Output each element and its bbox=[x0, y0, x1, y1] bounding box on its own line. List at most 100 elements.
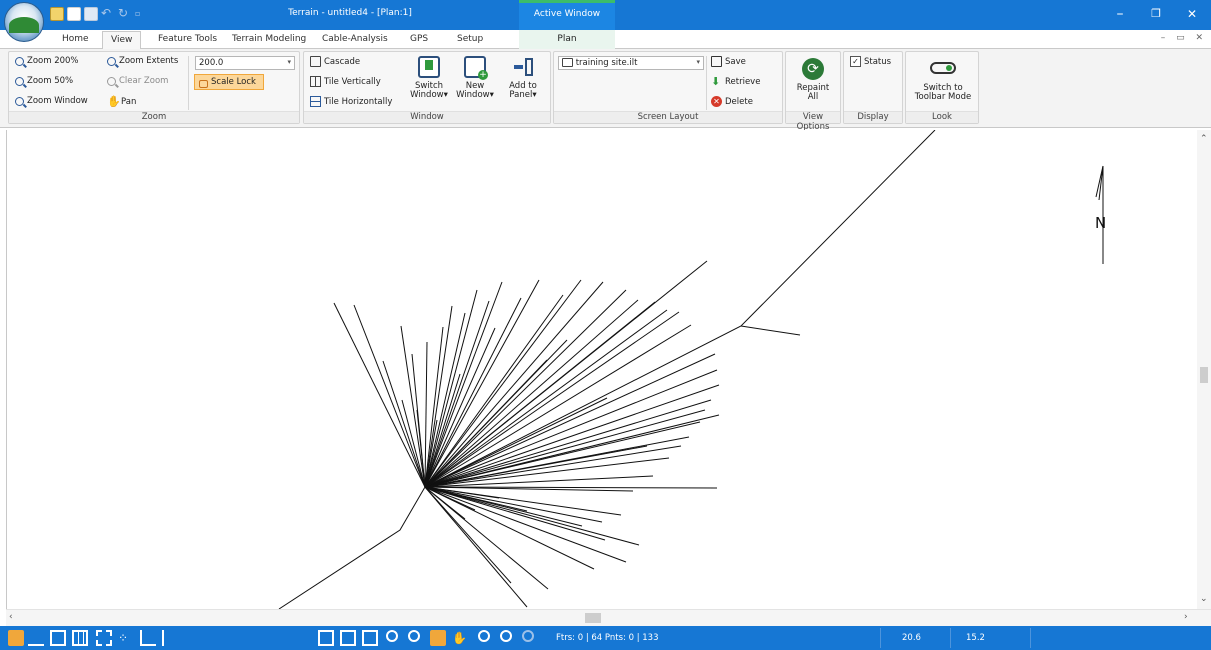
zoom-window-label: Zoom Window bbox=[27, 96, 88, 106]
tile-vertically-button[interactable]: Tile Vertically bbox=[310, 76, 381, 87]
screen-layout-group-label: Screen Layout bbox=[554, 111, 782, 123]
tab-feature-tools[interactable]: Feature Tools bbox=[158, 34, 217, 44]
restore-button[interactable]: ❐ bbox=[1146, 7, 1166, 23]
checkbox-checked-icon: ✓ bbox=[850, 56, 861, 67]
tile-horizontally-button[interactable]: Tile Horizontally bbox=[310, 96, 392, 107]
layout-file-combo[interactable]: training site.ilt ▾ bbox=[558, 56, 704, 70]
minimize-button[interactable]: – bbox=[1110, 7, 1130, 23]
delete-layout-label: Delete bbox=[725, 96, 753, 107]
tab-gps[interactable]: GPS bbox=[410, 34, 428, 44]
layers-tool-icon[interactable] bbox=[162, 630, 178, 646]
delete-x-icon: ✕ bbox=[711, 96, 722, 107]
add-to-panel-label-2: Panel bbox=[509, 90, 533, 100]
delete-layout-button[interactable]: ✕ Delete bbox=[711, 96, 753, 107]
application-menu-button[interactable] bbox=[4, 2, 44, 42]
status-divider bbox=[1030, 628, 1031, 648]
tile-vertically-icon bbox=[310, 76, 321, 87]
zoom-out-status-icon[interactable] bbox=[500, 630, 512, 642]
tab-cable-analysis[interactable]: Cable-Analysis bbox=[322, 34, 388, 44]
monitor-icon bbox=[562, 58, 573, 67]
zoom-extents-button[interactable]: Zoom Extents bbox=[107, 56, 178, 66]
status-checkbox[interactable]: ✓ Status bbox=[850, 56, 891, 67]
cascade-icon bbox=[310, 56, 321, 67]
tab-terrain-modeling[interactable]: Terrain Modeling bbox=[232, 34, 306, 44]
profile-tool-icon[interactable] bbox=[28, 630, 44, 646]
mdi-window-controls[interactable]: – ▭ ✕ bbox=[1161, 33, 1207, 43]
pan-status-icon[interactable]: ✋ bbox=[452, 630, 468, 646]
tile-horizontal-status-icon[interactable] bbox=[362, 630, 378, 646]
horizontal-scroll-thumb[interactable] bbox=[585, 613, 601, 623]
section-tool-icon[interactable] bbox=[140, 630, 156, 646]
cable-line bbox=[424, 486, 528, 608]
view-options-group: ⟳ Repaint All View Options bbox=[785, 51, 841, 132]
save-layout-label: Save bbox=[725, 56, 746, 67]
clear-zoom-label: Clear Zoom bbox=[119, 76, 169, 86]
tab-plan[interactable]: Plan bbox=[519, 30, 615, 49]
zoom-window-button[interactable]: Zoom Window bbox=[15, 96, 88, 106]
zoom-extents-status-icon[interactable] bbox=[408, 630, 420, 642]
window-group: Cascade Tile Vertically Tile Horizontall… bbox=[303, 51, 551, 124]
switch-window-button[interactable]: Switch Window▾ bbox=[408, 56, 450, 100]
scale-lock-button[interactable]: Scale Lock bbox=[194, 74, 264, 90]
scroll-left-icon[interactable]: ‹ bbox=[9, 612, 13, 622]
add-to-panel-button[interactable]: Add to Panel▾ bbox=[500, 56, 546, 100]
dropdown-arrow-icon: ▾ bbox=[489, 90, 494, 100]
repaint-all-button[interactable]: ⟳ Repaint All bbox=[790, 58, 836, 102]
zoom-200-button[interactable]: Zoom 200% bbox=[15, 56, 79, 66]
dropdown-arrow-icon: ▾ bbox=[443, 90, 448, 100]
vertical-scrollbar[interactable]: ⌃ ⌄ bbox=[1197, 130, 1211, 609]
skyline-polyline bbox=[424, 130, 936, 488]
scroll-up-icon[interactable]: ⌃ bbox=[1200, 134, 1208, 144]
clear-zoom-button[interactable]: Clear Zoom bbox=[107, 76, 168, 86]
tab-setup[interactable]: Setup bbox=[457, 34, 483, 44]
scale-combo[interactable]: 200.0 ▾ bbox=[195, 56, 295, 70]
cable-line bbox=[353, 304, 426, 488]
status-bar: ⁘ ✋ Ftrs: 0 | 64 Pnts: 0 | 133 20.6 15.2 bbox=[0, 626, 1211, 650]
cable-line bbox=[424, 486, 640, 546]
cascade-status-icon[interactable] bbox=[318, 630, 334, 646]
close-button[interactable]: ✕ bbox=[1182, 7, 1202, 23]
contour-tool-icon[interactable] bbox=[8, 630, 24, 646]
points-tool-icon[interactable]: ⁘ bbox=[118, 630, 134, 646]
look-group: Switch to Toolbar Mode Look bbox=[905, 51, 979, 124]
scale-lock-status-icon[interactable] bbox=[430, 630, 446, 646]
cable-line bbox=[424, 486, 627, 563]
y-coordinate: 15.2 bbox=[966, 633, 985, 643]
view-options-group-label: View Options bbox=[786, 111, 840, 132]
zoom-in-status-icon[interactable] bbox=[478, 630, 490, 642]
pan-button[interactable]: ✋ Pan bbox=[107, 96, 136, 107]
switch-to-toolbar-mode-button[interactable]: Switch to Toolbar Mode bbox=[910, 58, 976, 102]
dropdown-arrow-icon: ▾ bbox=[532, 90, 537, 100]
tile-vertical-status-icon[interactable] bbox=[340, 630, 356, 646]
retrieve-layout-button[interactable]: ⬇ Retrieve bbox=[711, 76, 760, 87]
vertical-scroll-thumb[interactable] bbox=[1200, 367, 1208, 383]
zoom-group-label: Zoom bbox=[9, 111, 299, 123]
polygon-tool-icon[interactable] bbox=[96, 630, 112, 646]
status-divider bbox=[950, 628, 951, 648]
clear-zoom-status-icon[interactable] bbox=[522, 630, 534, 642]
repaint-label-2: All bbox=[807, 92, 819, 102]
save-layout-button[interactable]: Save bbox=[711, 56, 746, 67]
switch-window-icon bbox=[418, 56, 440, 78]
scroll-down-icon[interactable]: ⌄ bbox=[1200, 594, 1208, 604]
ribbon-tab-bar: Home View Feature Tools Terrain Modeling… bbox=[0, 30, 1211, 50]
tail-polyline bbox=[278, 486, 426, 609]
floppy-disk-icon bbox=[711, 56, 722, 67]
screen-layout-group: training site.ilt ▾ Save ⬇ Retrieve ✕ De… bbox=[553, 51, 783, 124]
tab-home[interactable]: Home bbox=[62, 34, 89, 44]
horizontal-scrollbar[interactable]: ‹ › bbox=[6, 609, 1211, 626]
x-coordinate: 20.6 bbox=[902, 633, 921, 643]
scroll-right-icon[interactable]: › bbox=[1184, 612, 1188, 622]
display-group: ✓ Status Display bbox=[843, 51, 903, 124]
new-window-button[interactable]: + New Window▾ bbox=[454, 56, 496, 100]
cascade-button[interactable]: Cascade bbox=[310, 56, 360, 67]
plan-view-canvas[interactable]: N bbox=[6, 130, 1197, 609]
grid-tool-icon[interactable] bbox=[72, 630, 88, 646]
cube-tool-icon[interactable] bbox=[50, 630, 66, 646]
tile-horizontally-label: Tile Horizontally bbox=[324, 96, 393, 107]
zoom-in-icon bbox=[15, 56, 24, 66]
zoom-50-button[interactable]: Zoom 50% bbox=[15, 76, 73, 86]
tab-view[interactable]: View bbox=[102, 31, 142, 50]
zoom-window-status-icon[interactable] bbox=[386, 630, 398, 642]
pan-label: Pan bbox=[121, 96, 137, 107]
